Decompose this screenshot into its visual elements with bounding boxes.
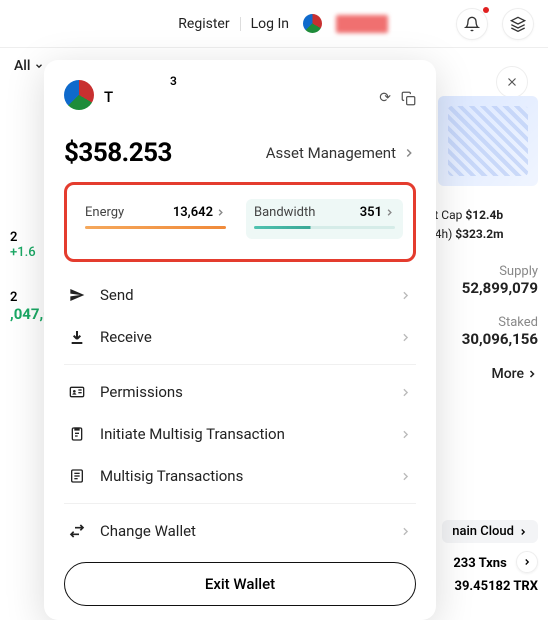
avatar-icon xyxy=(64,80,94,110)
balance-value: $358.253 xyxy=(64,138,172,168)
chevron-right-icon xyxy=(384,207,395,218)
chevron-right-icon xyxy=(522,557,532,567)
filter-all-dropdown[interactable]: All xyxy=(14,58,44,74)
send-icon xyxy=(68,287,86,303)
chevron-right-icon xyxy=(399,470,412,483)
bandwidth-bar xyxy=(254,226,395,229)
chevron-right-icon xyxy=(215,207,226,218)
scroll-next-button[interactable] xyxy=(516,551,538,573)
wallet-menu: Send Receive Permissions Initiate Multis… xyxy=(64,274,416,552)
login-link[interactable]: Log In xyxy=(251,16,289,32)
energy-value: 13,642 xyxy=(173,205,213,220)
clipboard-icon xyxy=(68,426,86,442)
menu-change-wallet-label: Change Wallet xyxy=(100,522,196,540)
supply-stat: Supply 52,899,079 xyxy=(428,264,538,297)
receive-icon xyxy=(68,329,86,345)
swap-icon xyxy=(68,523,86,539)
menu-separator xyxy=(64,503,416,504)
supply-value: 52,899,079 xyxy=(428,279,538,297)
auth-links: Register Log In xyxy=(178,16,289,32)
chevron-right-icon xyxy=(399,525,412,538)
chevron-right-icon xyxy=(399,428,412,441)
menu-multisig-transactions[interactable]: Multisig Transactions xyxy=(64,455,416,497)
filter-all-label: All xyxy=(14,58,30,74)
staked-label: Staked xyxy=(428,315,538,330)
copy-icon[interactable] xyxy=(401,91,416,106)
more-link[interactable]: More xyxy=(428,366,538,382)
supply-label: Supply xyxy=(428,264,538,279)
staked-stat: Staked 30,096,156 xyxy=(428,315,538,348)
day-value: $323.2m xyxy=(455,227,503,241)
bandwidth-label: Bandwidth xyxy=(254,205,315,220)
top-bar: Register Log In xyxy=(0,0,548,48)
menu-multisig-tx-label: Multisig Transactions xyxy=(100,467,243,485)
divider xyxy=(240,17,241,31)
bg-bottom-panel: nain Cloud 233 Txns 39.45182 TRX xyxy=(442,520,538,594)
register-link[interactable]: Register xyxy=(178,16,229,32)
txns-value: 233 Txns xyxy=(453,556,506,571)
chevron-right-icon xyxy=(399,331,412,344)
chain-pill[interactable]: nain Cloud xyxy=(442,520,538,543)
energy-bar xyxy=(85,226,226,229)
account-name: T xyxy=(104,88,113,106)
stack-icon xyxy=(510,16,526,32)
exit-wallet-button[interactable]: Exit Wallet xyxy=(64,562,416,606)
menu-send-label: Send xyxy=(100,286,134,304)
menu-permissions[interactable]: Permissions xyxy=(64,371,416,413)
menu-receive-label: Receive xyxy=(100,328,152,346)
market-cap-value: $12.4b xyxy=(465,208,503,222)
more-label: More xyxy=(491,366,524,382)
chevron-right-icon xyxy=(402,146,416,160)
chevron-down-icon xyxy=(34,61,44,71)
notification-dot-icon xyxy=(483,7,489,13)
trx-value: 39.45182 TRX xyxy=(454,579,538,594)
menu-separator xyxy=(64,364,416,365)
energy-card[interactable]: Energy 13,642 xyxy=(77,199,234,239)
brand-text xyxy=(336,15,388,33)
menu-change-wallet[interactable]: Change Wallet xyxy=(64,510,416,552)
close-button[interactable] xyxy=(496,66,528,98)
resources-highlight: Energy 13,642 Bandwidth 351 xyxy=(64,182,416,262)
bandwidth-value: 351 xyxy=(360,205,382,220)
menu-send[interactable]: Send xyxy=(64,274,416,316)
balance-row: $358.253 Asset Management xyxy=(64,138,416,168)
bandwidth-card[interactable]: Bandwidth 351 xyxy=(246,199,403,239)
refresh-icon[interactable]: ⟳ xyxy=(379,90,391,107)
brand-logo-icon xyxy=(303,14,322,33)
chevron-right-icon xyxy=(399,386,412,399)
energy-label: Energy xyxy=(85,205,124,220)
asset-management-link[interactable]: Asset Management xyxy=(266,144,416,162)
asset-management-label: Asset Management xyxy=(266,144,396,162)
menu-initiate-multisig[interactable]: Initiate Multisig Transaction xyxy=(64,413,416,455)
chain-label: nain Cloud xyxy=(452,524,514,539)
list-icon xyxy=(68,468,86,484)
illustration-icon xyxy=(438,96,538,186)
chevron-right-icon xyxy=(399,289,412,302)
wallet-popover: 3 T ⟳ $358.253 Asset Management Energy 1… xyxy=(44,60,436,620)
bg-right-panel: et Cap $12.4b 24h) $323.2m Supply 52,899… xyxy=(428,96,538,382)
chevron-right-icon xyxy=(526,368,538,380)
close-icon xyxy=(505,75,519,89)
menu-initiate-multisig-label: Initiate Multisig Transaction xyxy=(100,425,285,443)
popover-header: T ⟳ xyxy=(64,80,416,110)
chevron-right-icon xyxy=(518,527,528,537)
staked-value: 30,096,156 xyxy=(428,330,538,348)
notifications-button[interactable] xyxy=(456,8,488,40)
id-card-icon xyxy=(68,384,86,400)
bell-icon xyxy=(464,16,480,32)
account-badge: 3 xyxy=(170,74,177,88)
menu-receive[interactable]: Receive xyxy=(64,316,416,358)
library-button[interactable] xyxy=(502,8,534,40)
menu-permissions-label: Permissions xyxy=(100,383,183,401)
